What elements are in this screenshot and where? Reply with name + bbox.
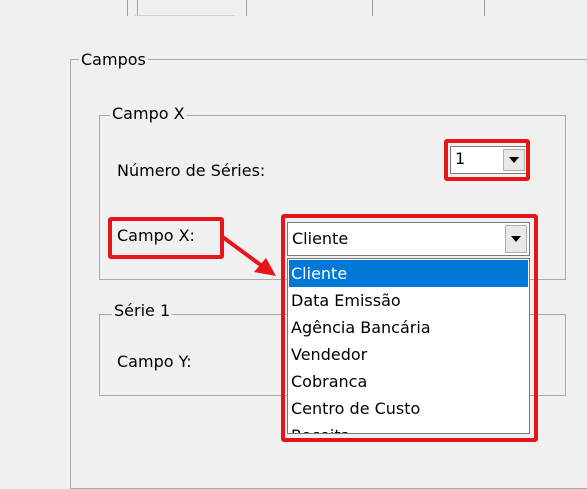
campo-x-label-highlight [108,217,224,259]
tab-divider [127,0,128,16]
serie-group-label: Série 1 [112,301,173,321]
numero-series-highlight [444,139,530,181]
arrow-icon [222,236,276,276]
numero-series-label: Número de Séries: [117,161,266,180]
campo-x-group-label: Campo X [110,104,187,124]
campos-group-label: Campos [79,50,148,70]
tab-divider [246,0,247,16]
tab-divider [372,0,373,16]
tab-underline [135,15,235,16]
tab-divider [484,0,485,16]
campo-x-dropdown-highlight [281,214,538,442]
tab-divider [137,0,138,16]
campo-y-label: Campo Y: [117,352,192,371]
